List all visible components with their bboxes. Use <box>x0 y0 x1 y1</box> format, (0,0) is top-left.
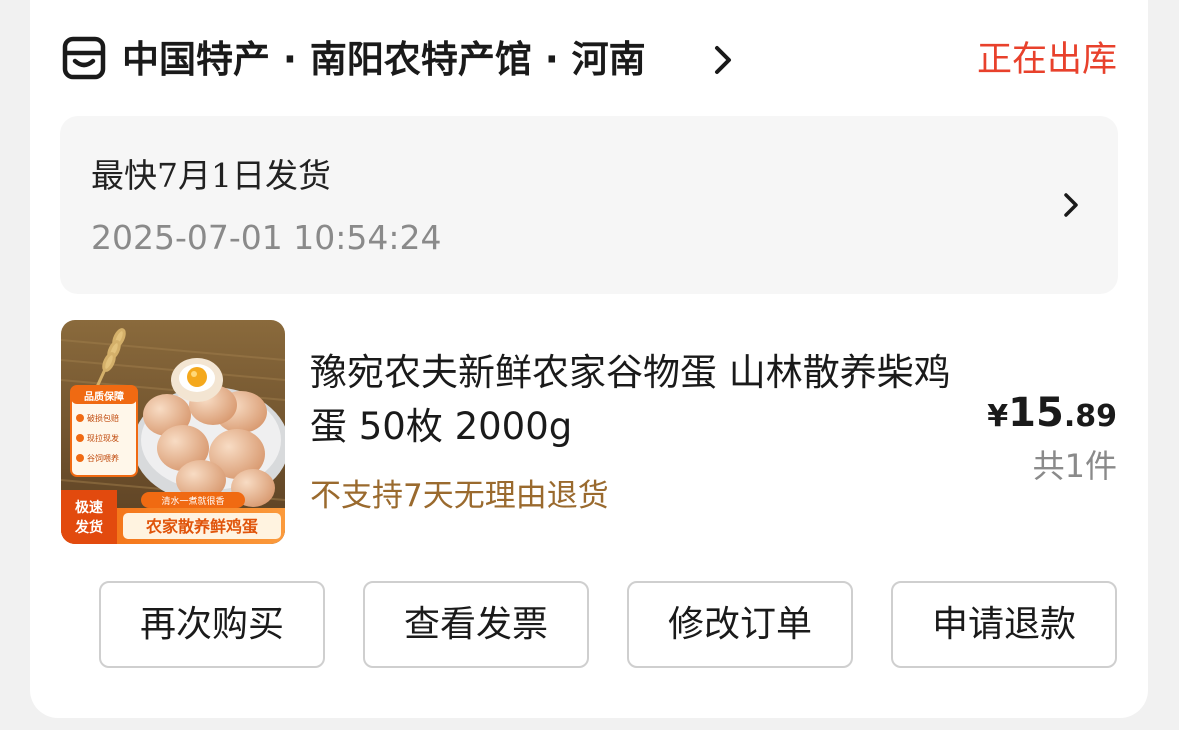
buy-again-button[interactable]: 再次购买 <box>99 581 325 668</box>
product-image: 品质保障 破损包赔 现拉现发 谷饲喂养 清水一煮就很香 农家散养鲜鸡蛋 极速 发… <box>61 320 285 544</box>
chevron-right-icon[interactable] <box>712 44 734 76</box>
badge-item: 现拉现发 <box>87 433 119 443</box>
badge-title: 品质保障 <box>84 390 124 403</box>
badge-item: 破损包赔 <box>87 413 119 423</box>
request-refund-button[interactable]: 申请退款 <box>891 581 1117 668</box>
return-policy-notice: 不支持7天无理由退货 <box>310 478 609 514</box>
price-decimal: .89 <box>1063 399 1117 434</box>
shop-name[interactable]: 中国特产 · 南阳农特产馆 · 河南 <box>122 36 646 84</box>
view-invoice-button[interactable]: 查看发票 <box>363 581 589 668</box>
corner-tag-line1: 极速 <box>75 499 103 516</box>
product-quantity: 共1件 <box>1032 447 1117 485</box>
thumbnail-slogan: 清水一煮就很香 <box>161 495 224 507</box>
price-currency: ¥ <box>987 399 1009 434</box>
price-integer: 15 <box>1008 390 1064 436</box>
thumbnail-banner: 农家散养鲜鸡蛋 <box>145 517 258 536</box>
badge-item: 谷饲喂养 <box>87 453 119 463</box>
shipping-info[interactable]: 最快7月1日发货 2025-07-01 10:54:24 <box>60 116 1118 294</box>
chevron-right-icon[interactable] <box>1062 191 1080 219</box>
product-thumbnail[interactable]: 品质保障 破损包赔 现拉现发 谷饲喂养 清水一煮就很香 农家散养鲜鸡蛋 极速 发… <box>61 320 285 544</box>
product-price: ¥15.89 <box>987 388 1117 446</box>
shop-logo-icon[interactable] <box>62 36 106 80</box>
modify-order-button[interactable]: 修改订单 <box>627 581 853 668</box>
shipping-time: 2025-07-01 10:54:24 <box>91 218 442 257</box>
shipping-title: 最快7月1日发货 <box>91 156 331 195</box>
order-status: 正在出库 <box>976 40 1117 80</box>
product-title[interactable]: 豫宛农夫新鲜农家谷物蛋 山林散养柴鸡蛋 50枚 2000g <box>310 346 980 454</box>
corner-tag-line2: 发货 <box>74 519 103 536</box>
